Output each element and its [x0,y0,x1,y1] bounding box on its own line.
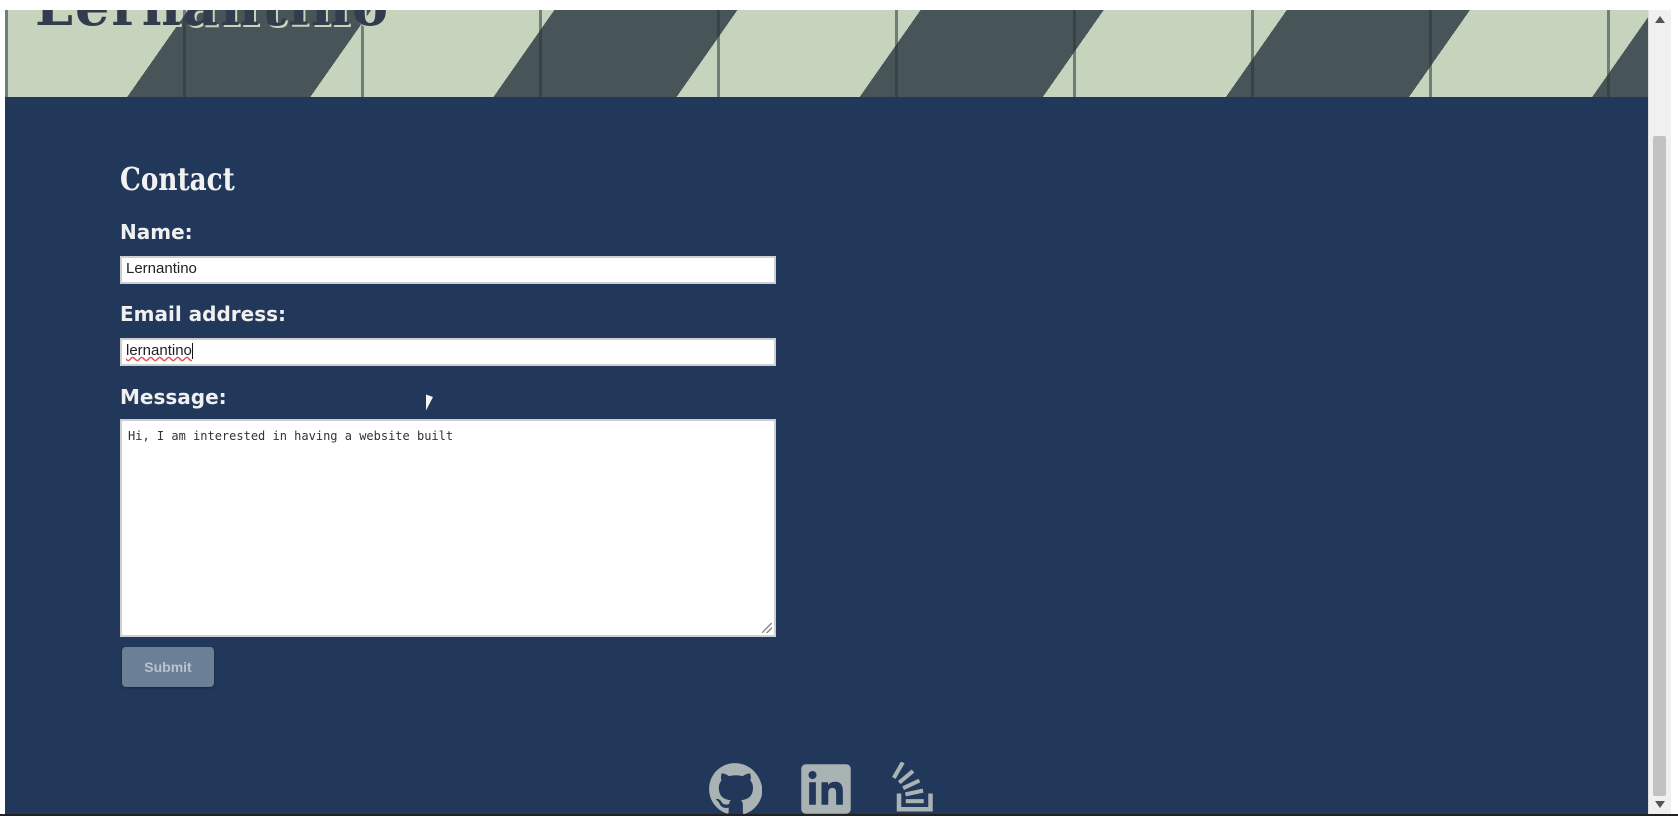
contact-section: Contact Name: Lernantino Email address: … [120,160,780,687]
name-input-value: Lernantino [126,260,197,277]
message-textarea[interactable]: Hi, I am interested in having a website … [120,419,776,637]
mouse-cursor-icon [426,394,440,416]
linkedin-icon[interactable] [799,762,853,814]
name-label: Name: [120,220,193,244]
message-label: Message: [120,385,227,409]
stackoverflow-icon[interactable] [890,762,944,814]
browser-viewport: Lernantino Contact Name: Lernantino Emai… [5,10,1648,814]
vertical-scrollbar[interactable] [1648,10,1671,814]
contact-title: Contact [120,160,235,198]
scroll-down-arrow-icon[interactable] [1655,801,1665,808]
header-banner: Lernantino [5,10,1648,97]
scroll-up-arrow-icon[interactable] [1655,16,1665,23]
github-icon[interactable] [708,762,762,814]
social-links [708,762,944,814]
email-label: Email address: [120,302,287,326]
name-input[interactable]: Lernantino [120,256,776,284]
email-input[interactable]: lernantino [120,338,776,366]
message-textarea-value: Hi, I am interested in having a website … [128,429,454,443]
email-input-value: lernantino [126,342,192,359]
text-caret [191,343,193,360]
submit-button[interactable]: Submit [122,647,214,687]
window-bottom-border [0,814,1678,826]
site-logo[interactable]: Lernantino [35,10,390,38]
resize-handle-icon[interactable] [762,623,772,633]
scrollbar-thumb[interactable] [1653,136,1666,796]
